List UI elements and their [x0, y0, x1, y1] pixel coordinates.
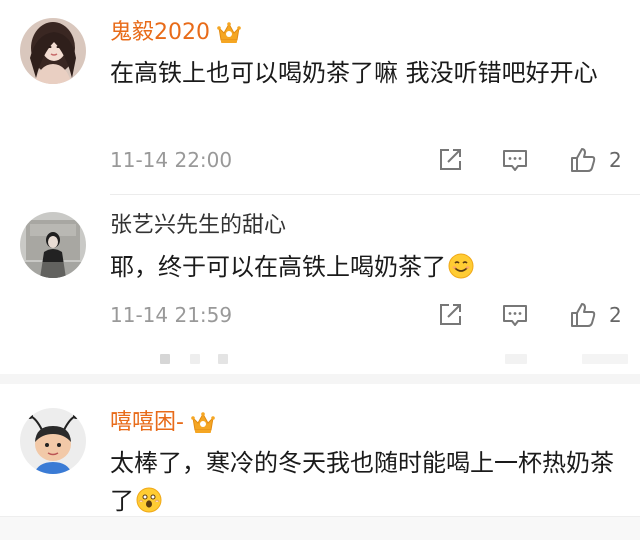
comment-icon[interactable] [501, 146, 529, 174]
scared-emoji [136, 487, 162, 513]
comment-feed: 鬼毅2020 在高铁上也可以喝奶茶了嘛 我没听错吧好开心 11-14 22:00 [0, 0, 640, 540]
timestamp: 11-14 21:59 [110, 303, 233, 327]
thumbs-up-icon[interactable] [569, 301, 597, 329]
comment-text: 在高铁上也可以喝奶茶了嘛 我没听错吧好开心 [110, 59, 598, 87]
crown-badge-icon [217, 22, 241, 43]
avatar[interactable] [20, 212, 86, 278]
thumbs-up-icon[interactable] [569, 146, 597, 174]
avatar[interactable] [20, 408, 86, 474]
comment-text-body: 耶，终于可以在高铁上喝奶茶了 [110, 253, 446, 281]
comment-text: 太棒了，寒冷的冬天我也随时能喝上一杯热奶茶了 [110, 444, 620, 520]
like-count: 2 [609, 303, 622, 327]
comment-icon[interactable] [501, 301, 529, 329]
avatar[interactable] [20, 18, 86, 84]
comment-text: 耶，终于可以在高铁上喝奶茶了 [110, 248, 620, 286]
loading-block [160, 354, 170, 364]
username[interactable]: 嘻嘻困- [110, 408, 184, 438]
loading-block [190, 354, 200, 364]
timestamp: 11-14 22:00 [110, 148, 233, 172]
username[interactable]: 鬼毅2020 [110, 18, 210, 48]
loading-block [505, 354, 527, 364]
bottom-bar [0, 516, 640, 540]
comment-text-body: 太棒了，寒冷的冬天我也随时能喝上一杯热奶茶了 [110, 449, 614, 515]
username[interactable]: 张艺兴先生的甜心 [110, 211, 286, 241]
share-icon[interactable] [436, 146, 464, 174]
share-icon[interactable] [436, 301, 464, 329]
crown-badge-icon [191, 412, 215, 433]
smile-emoji [448, 253, 474, 279]
divider [110, 194, 640, 195]
loading-placeholder [0, 352, 640, 368]
section-gap [0, 374, 640, 384]
loading-block [218, 354, 228, 364]
loading-block [582, 354, 628, 364]
like-count: 2 [609, 148, 622, 172]
